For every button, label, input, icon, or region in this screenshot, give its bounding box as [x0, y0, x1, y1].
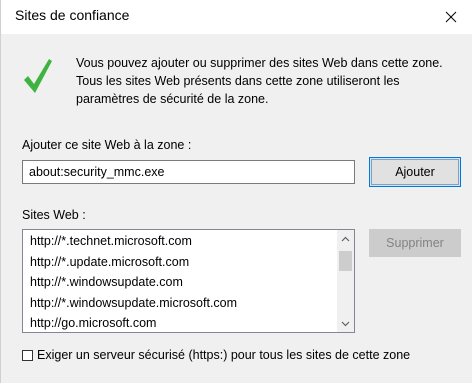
vertical-scrollbar[interactable]: [337, 230, 354, 332]
sites-listbox[interactable]: http://*.technet.microsoft.com http://*.…: [22, 229, 355, 333]
list-item[interactable]: http://*.windowsupdate.microsoft.com: [30, 293, 237, 314]
scroll-up-button[interactable]: [337, 230, 354, 247]
https-option[interactable]: Exiger un serveur sécurisé (https:) pour…: [22, 348, 410, 362]
scroll-down-button[interactable]: [337, 315, 354, 332]
sites-label: Sites Web :: [22, 208, 86, 222]
remove-button[interactable]: Supprimer: [369, 229, 461, 257]
check-icon: [24, 59, 52, 93]
trusted-sites-dialog: Sites de confiance Vous pouvez ajouter o…: [0, 0, 472, 383]
https-checkbox[interactable]: [22, 349, 33, 361]
site-url-input[interactable]: [22, 160, 355, 184]
https-label: Exiger un serveur sécurisé (https:) pour…: [37, 348, 411, 362]
title-bar[interactable]: Sites de confiance: [1, 0, 472, 34]
sites-list: http://*.technet.microsoft.com http://*.…: [30, 231, 237, 332]
intro-text: Vous pouvez ajouter ou supprimer des sit…: [76, 56, 443, 106]
close-button[interactable]: [429, 0, 472, 34]
chevron-down-icon: [341, 321, 350, 326]
add-button-label: Ajouter: [371, 159, 459, 185]
list-item[interactable]: http://*.technet.microsoft.com: [30, 231, 237, 252]
chevron-up-icon: [341, 236, 350, 241]
list-item[interactable]: http://go.microsoft.com: [30, 313, 237, 332]
add-site-label: Ajouter ce site Web à la zone :: [22, 138, 192, 152]
add-button[interactable]: Ajouter: [369, 157, 461, 187]
list-item[interactable]: http://*.update.microsoft.com: [30, 252, 237, 273]
window-title: Sites de confiance: [15, 7, 130, 23]
close-icon: [445, 11, 457, 23]
list-item[interactable]: http://*.windowsupdate.com: [30, 272, 237, 293]
scroll-thumb[interactable]: [339, 251, 352, 271]
